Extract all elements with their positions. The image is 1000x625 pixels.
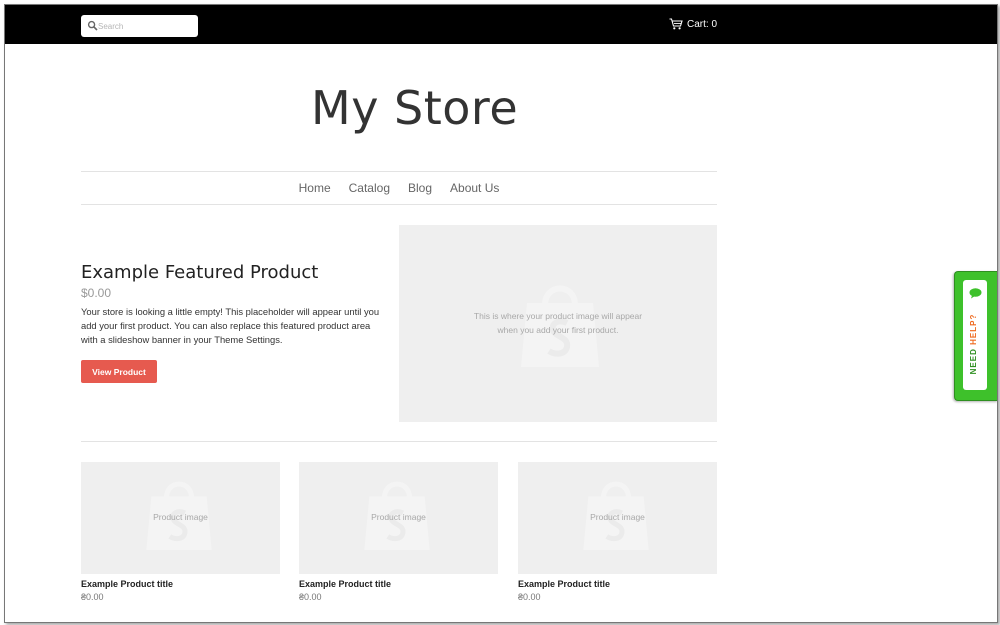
featured-image-text-line2: when you add your first product. xyxy=(497,325,619,335)
search-box[interactable] xyxy=(81,15,198,37)
help-widget-panel: NEED HELP? xyxy=(963,280,987,390)
product-card[interactable]: Product image Example Product title ₴0.0… xyxy=(81,462,280,602)
product-card[interactable]: Product image Example Product title ₴0.0… xyxy=(299,462,498,602)
featured-image-text-line1: This is where your product image will ap… xyxy=(473,311,643,321)
cart-label: Cart: 0 xyxy=(687,18,718,30)
cart-link[interactable]: Cart: 0 xyxy=(669,18,717,30)
featured-image-placeholder[interactable]: This is where your product image will ap… xyxy=(399,225,717,422)
product-card[interactable]: Product image Example Product title ₴0.0… xyxy=(518,462,717,602)
chat-bubble-icon xyxy=(969,288,982,299)
product-image-text: Product image xyxy=(153,512,208,522)
featured-description: Your store is looking a little empty! Th… xyxy=(81,306,380,345)
product-title[interactable]: Example Product title xyxy=(299,579,498,589)
browser-frame: Cart: 0 My Store Home Catalog Blog About… xyxy=(4,4,998,623)
cart-icon xyxy=(669,18,683,30)
featured-title[interactable]: Example Featured Product xyxy=(81,262,318,283)
product-image-text: Product image xyxy=(371,512,426,522)
main-nav: Home Catalog Blog About Us xyxy=(81,171,717,204)
help-need-text: NEED xyxy=(969,348,978,375)
featured-image-text: This is where your product image will ap… xyxy=(399,309,717,337)
product-grid: Product image Example Product title ₴0.0… xyxy=(81,462,717,612)
view-product-button[interactable]: View Product xyxy=(81,360,157,383)
product-image-placeholder[interactable]: Product image xyxy=(81,462,280,574)
product-title[interactable]: Example Product title xyxy=(518,579,717,589)
product-image-text: Product image xyxy=(590,512,645,522)
product-price: ₴0.00 xyxy=(81,592,104,602)
help-help-text: HELP? xyxy=(969,313,978,345)
product-title[interactable]: Example Product title xyxy=(81,579,280,589)
product-image-placeholder[interactable]: Product image xyxy=(518,462,717,574)
nav-item-about-us[interactable]: About Us xyxy=(450,181,499,195)
featured-price: $0.00 xyxy=(81,286,112,300)
section-divider xyxy=(81,441,717,442)
nav-item-catalog[interactable]: Catalog xyxy=(349,181,390,195)
product-price: ₴0.00 xyxy=(299,592,322,602)
nav-item-blog[interactable]: Blog xyxy=(408,181,432,195)
product-price: ₴0.00 xyxy=(518,592,541,602)
nav-divider-bottom xyxy=(81,204,717,205)
product-image-placeholder[interactable]: Product image xyxy=(299,462,498,574)
need-help-widget[interactable]: NEED HELP? xyxy=(954,271,997,401)
store-title[interactable]: My Store xyxy=(311,81,518,135)
help-widget-label: NEED HELP? xyxy=(969,299,981,389)
top-bar: Cart: 0 xyxy=(5,5,997,44)
search-input[interactable] xyxy=(98,17,192,35)
nav-item-home[interactable]: Home xyxy=(299,181,331,195)
